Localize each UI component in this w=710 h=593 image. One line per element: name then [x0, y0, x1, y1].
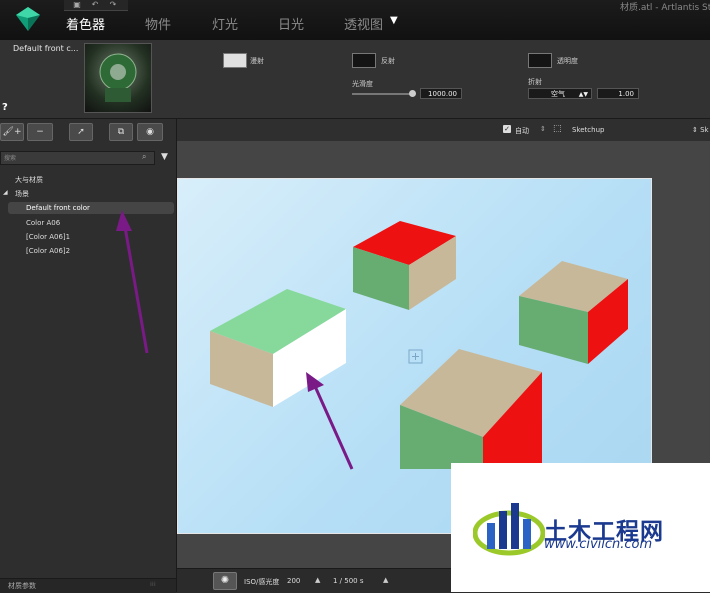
material-name: Default front c... — [13, 44, 79, 53]
tab-objects[interactable]: 物件 — [145, 14, 171, 33]
box-top-center — [353, 221, 456, 310]
paint-icon: 🖌 — [2, 127, 14, 137]
annotation-arrow-list — [116, 210, 149, 354]
search-input[interactable] — [0, 151, 155, 165]
quick-access-bar: ▣ ↶ ↷ — [64, 0, 128, 11]
view-toolbar — [177, 119, 710, 142]
tree-root-materials[interactable]: 大与材质 — [15, 175, 43, 185]
box-bottom-center — [400, 349, 542, 469]
search-icon[interactable]: ⌕ — [142, 152, 146, 162]
duplicate-button[interactable]: ⧉ — [109, 123, 133, 141]
spinner-icon[interactable]: ⇕ — [540, 125, 546, 133]
material-preview[interactable] — [84, 43, 152, 113]
tab-perspective[interactable]: 透视图 — [344, 14, 383, 33]
transparency-label: 透明度 — [557, 57, 578, 65]
refraction-select-value: 空气 — [551, 90, 565, 98]
aperture-icon: ✺ — [220, 575, 230, 586]
auto-label: 自动 — [515, 127, 529, 135]
tab-heliodon[interactable]: 日光 — [278, 14, 304, 33]
help-icon[interactable]: ? — [2, 102, 8, 113]
watermark-url: www.civilcn.com — [544, 537, 653, 552]
gloss-slider-handle[interactable] — [409, 90, 416, 97]
select-arrows-icon: ▲▼ — [578, 91, 588, 98]
iso-label: ISO/感光度 — [244, 578, 280, 586]
diffuse-swatch[interactable] — [223, 53, 247, 68]
select-cursor-button[interactable]: ➚ — [69, 123, 93, 141]
tab-shaders[interactable]: 着色器 — [66, 14, 105, 33]
tab-dropdown-icon[interactable]: ▼ — [390, 15, 398, 26]
material-params-label: 材质参数 — [8, 582, 36, 590]
box-right — [519, 261, 628, 364]
undo-icon[interactable]: ↶ — [88, 0, 102, 10]
tree-root-scene[interactable]: 场景 — [15, 189, 29, 199]
visibility-button[interactable]: ◉ — [137, 123, 163, 141]
artlantis-logo-icon — [16, 7, 40, 31]
civilcn-logo-icon — [473, 503, 545, 556]
tree-item-color-a06-1[interactable]: [Color A06]1 — [26, 233, 70, 241]
save-icon[interactable]: ▣ — [70, 0, 84, 10]
tree-item-color-a06[interactable]: Color A06 — [26, 219, 60, 227]
tab-lights[interactable]: 灯光 — [212, 14, 238, 33]
redo-icon[interactable]: ↷ — [106, 0, 120, 10]
gloss-value-field[interactable]: 1000.00 — [420, 88, 462, 99]
search-placeholder: 搜索 — [4, 155, 17, 162]
gloss-label: 光滑度 — [352, 80, 373, 88]
box-left-selected — [210, 289, 346, 407]
expand-icon[interactable]: ◢ — [3, 189, 8, 196]
remove-material-button[interactable]: − — [27, 123, 53, 141]
resize-grip-icon[interactable]: ⁞⁞⁞ — [150, 581, 156, 588]
diffuse-label: 漫射 — [250, 57, 264, 65]
plus-label: + — [13, 127, 22, 137]
sketchup-icon: ⬚ — [553, 124, 562, 134]
transparency-swatch[interactable] — [528, 53, 552, 68]
tree-item-default-front-color[interactable]: Default front color — [26, 204, 90, 212]
add-material-button[interactable]: 🖌+ — [0, 123, 24, 141]
tree-item-color-a06-2[interactable]: [Color A06]2 — [26, 247, 70, 255]
annotation-arrow-canvas — [306, 372, 354, 470]
auto-checkbox[interactable]: ✓ — [503, 125, 511, 133]
refraction-value-field[interactable]: 1.00 — [597, 88, 639, 99]
sketchup-label[interactable]: Sketchup — [572, 126, 604, 134]
cursor-icon: ➚ — [77, 127, 85, 137]
reflection-swatch[interactable] — [352, 53, 376, 68]
right-dropdown-label: Sk — [700, 126, 709, 134]
eye-icon: ◉ — [146, 127, 154, 137]
refraction-select[interactable]: 空气 ▲▼ — [528, 88, 592, 99]
shutter-value[interactable]: 1 / 500 s — [333, 577, 364, 585]
duplicate-icon: ⧉ — [117, 127, 125, 137]
iso-stepper-icon[interactable]: ▲ — [315, 576, 320, 584]
shutter-stepper-icon[interactable]: ▲ — [383, 576, 388, 584]
filter-dropdown-icon[interactable]: ▼ — [161, 152, 168, 162]
shader-ball-icon — [99, 53, 137, 102]
iso-value[interactable]: 200 — [287, 577, 300, 585]
right-dropdown[interactable]: ⇕ Sk — [692, 126, 709, 134]
gloss-slider[interactable] — [352, 93, 414, 95]
aperture-button[interactable]: ✺ — [213, 572, 237, 590]
refraction-label: 折射 — [528, 78, 542, 86]
reflection-label: 反射 — [381, 57, 395, 65]
window-title: 材质.atl - Artlantis Stu — [620, 3, 710, 13]
